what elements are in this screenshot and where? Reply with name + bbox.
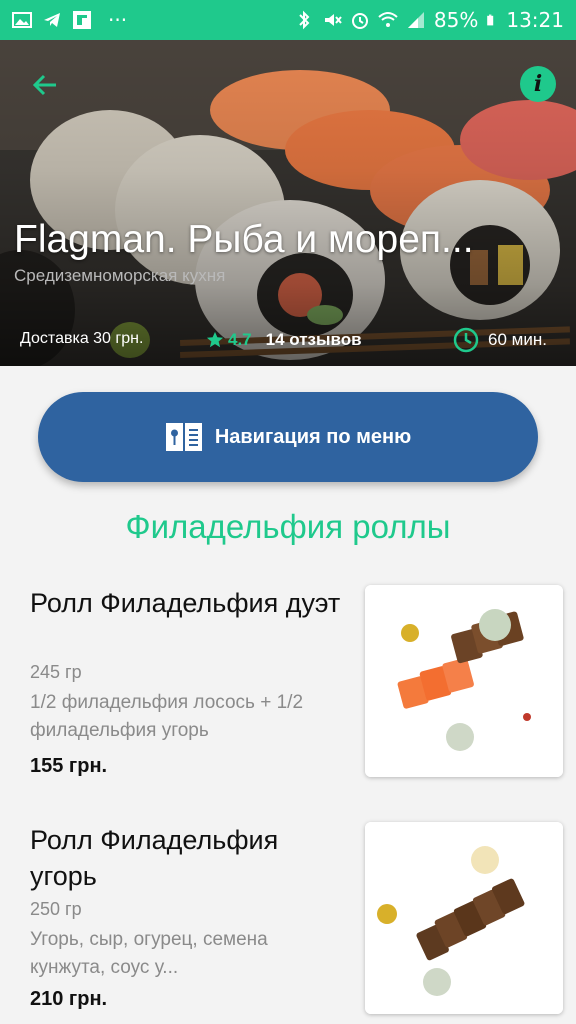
delivery-cost: Доставка 30 грн. xyxy=(20,330,144,347)
delivery-time: 60 мин. xyxy=(452,326,547,354)
clock-icon xyxy=(453,327,479,353)
more-notifications: ··· xyxy=(108,8,128,32)
rating-block[interactable]: 4.7 14 отзывов xyxy=(206,330,362,350)
item-description: Угорь, сыр, огурец, семена кунжута, соус… xyxy=(30,929,268,978)
restaurant-header: Flagman. Рыба и мореп... Средиземноморск… xyxy=(0,40,576,366)
item-name: Ролл Филадельфия дуэт xyxy=(30,588,341,618)
section-title: Филадельфия роллы xyxy=(125,508,451,545)
item-weight: 250 гр xyxy=(30,899,82,919)
rating-value: 4.7 xyxy=(228,330,252,349)
menu-item[interactable]: Ролл Филадельфия угорь 250 гр Угорь, сыр… xyxy=(0,822,576,1022)
clock: 13:21 xyxy=(506,8,564,32)
gallery-icon xyxy=(12,12,32,28)
bluetooth-icon xyxy=(299,10,310,30)
roll-photo xyxy=(365,585,563,777)
battery-percent: 85% xyxy=(433,8,479,32)
reviews-count: 14 отзывов xyxy=(265,330,362,349)
status-bar: ··· 85% 13:21 xyxy=(0,0,576,40)
wifi-icon xyxy=(378,12,398,27)
info-button[interactable]: i xyxy=(520,66,556,102)
item-photo xyxy=(365,585,563,777)
menu-navigation-button[interactable]: Навигация по меню xyxy=(38,392,538,482)
item-description: 1/2 филадельфия лосось + 1/2 филадельфия… xyxy=(30,692,304,741)
signal-icon xyxy=(407,12,424,28)
item-photo xyxy=(365,822,563,1014)
item-weight: 245 гр xyxy=(30,662,82,682)
menu-item[interactable]: Ролл Филадельфия дуэт 245 гр 1/2 филадел… xyxy=(0,585,576,785)
telegram-icon xyxy=(44,13,60,27)
item-price: 155 грн. xyxy=(30,755,108,777)
battery-icon xyxy=(487,14,494,26)
item-name: Ролл Филадельфия угорь xyxy=(30,825,279,891)
delivery-time-value: 60 мин. xyxy=(488,330,547,349)
back-button[interactable] xyxy=(22,62,68,108)
flipboard-icon xyxy=(73,11,91,29)
menu-navigation-label: Навигация по меню xyxy=(214,425,412,448)
alarm-icon xyxy=(351,13,368,29)
back-arrow-icon xyxy=(32,74,56,96)
info-icon: i xyxy=(533,71,543,97)
mute-icon xyxy=(324,14,342,26)
menu-book-icon xyxy=(165,423,202,451)
cuisine-subtitle: Средиземноморская кухня xyxy=(14,266,226,285)
item-price: 210 грн. xyxy=(30,988,108,1010)
star-icon xyxy=(206,331,224,348)
roll-photo xyxy=(365,822,563,1014)
restaurant-title: Flagman. Рыба и мореп... xyxy=(14,218,474,261)
